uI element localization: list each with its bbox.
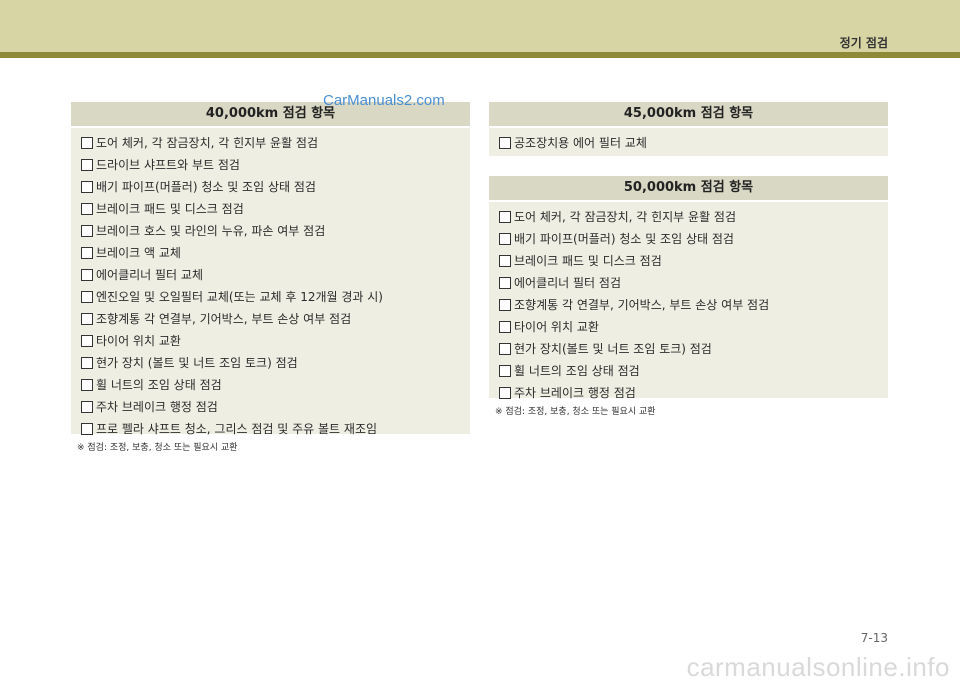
panel-40000km: 40,000km 점검 항목 도어 체커, 각 잠금장치, 각 힌지부 윤활 점… <box>71 102 470 436</box>
list-item: 브레이크 액 교체 <box>81 242 470 264</box>
list-item-label: 현가 장치(볼트 및 너트 조임 토크) 점검 <box>514 342 712 356</box>
list-item-label: 타이어 위치 교환 <box>96 334 181 348</box>
panel-45000km: 45,000km 점검 항목 공조장치용 에어 필터 교체 <box>489 102 888 156</box>
header-band <box>0 0 960 52</box>
checkbox-icon <box>81 203 93 215</box>
checkbox-icon <box>81 313 93 325</box>
list-item: 도어 체커, 각 잠금장치, 각 힌지부 윤활 점검 <box>499 206 888 228</box>
list-item: 브레이크 패드 및 디스크 점검 <box>499 250 888 272</box>
list-item-label: 배기 파이프(머플러) 청소 및 조임 상태 점검 <box>96 180 316 194</box>
list-item-label: 조향계통 각 연결부, 기어박스, 부트 손상 여부 점검 <box>96 312 352 326</box>
checkbox-icon <box>81 357 93 369</box>
list-item: 브레이크 호스 및 라인의 누유, 파손 여부 점검 <box>81 220 470 242</box>
watermark-top: CarManuals2.com <box>323 92 445 109</box>
checkbox-icon <box>81 291 93 303</box>
list-item: 도어 체커, 각 잠금장치, 각 힌지부 윤활 점검 <box>81 132 470 154</box>
list-item: 휠 너트의 조임 상태 점검 <box>81 374 470 396</box>
list-item: 현가 장치 (볼트 및 너트 조임 토크) 점검 <box>81 352 470 374</box>
list-item-label: 프로 펠라 샤프트 청소, 그리스 점검 및 주유 볼트 재조임 <box>96 422 378 436</box>
list-item: 에어클리너 필터 점검 <box>499 272 888 294</box>
list-item: 현가 장치(볼트 및 너트 조임 토크) 점검 <box>499 338 888 360</box>
list-item-label: 휠 너트의 조임 상태 점검 <box>96 378 222 392</box>
list-item-label: 엔진오일 및 오일필터 교체(또는 교체 후 12개월 경과 시) <box>96 290 383 304</box>
list-item-label: 도어 체커, 각 잠금장치, 각 힌지부 윤활 점검 <box>96 136 319 150</box>
list-item: 드라이브 샤프트와 부트 점검 <box>81 154 470 176</box>
checkbox-icon <box>499 343 511 355</box>
list-item-label: 에어클리너 필터 교체 <box>96 268 203 282</box>
list-item: 주차 브레이크 행정 점검 <box>81 396 470 418</box>
list-item-label: 휠 너트의 조임 상태 점검 <box>514 364 640 378</box>
panel-title-50000km: 50,000km 점검 항목 <box>489 176 888 202</box>
section-title: 정기 점검 <box>839 36 888 50</box>
list-item-label: 에어클리너 필터 점검 <box>514 276 621 290</box>
list-item: 타이어 위치 교환 <box>81 330 470 352</box>
checkbox-icon <box>81 247 93 259</box>
list-item-label: 공조장치용 에어 필터 교체 <box>514 136 647 150</box>
checkbox-icon <box>81 181 93 193</box>
checkbox-icon <box>499 255 511 267</box>
watermark-bottom: carmanualsonline.info <box>686 652 950 682</box>
checkbox-icon <box>499 277 511 289</box>
list-item-label: 주차 브레이크 행정 점검 <box>96 400 218 414</box>
list-item-label: 도어 체커, 각 잠금장치, 각 힌지부 윤활 점검 <box>514 210 737 224</box>
list-item-label: 현가 장치 (볼트 및 너트 조임 토크) 점검 <box>96 356 298 370</box>
checkbox-icon <box>499 321 511 333</box>
list-item: 주차 브레이크 행정 점검 <box>499 382 888 404</box>
checkbox-icon <box>81 225 93 237</box>
checkbox-icon <box>81 423 93 435</box>
list-item-label: 브레이크 액 교체 <box>96 246 181 260</box>
list-item: 배기 파이프(머플러) 청소 및 조임 상태 점검 <box>499 228 888 250</box>
list-item-label: 브레이크 호스 및 라인의 누유, 파손 여부 점검 <box>96 224 326 238</box>
list-item: 에어클리너 필터 교체 <box>81 264 470 286</box>
list-item: 브레이크 패드 및 디스크 점검 <box>81 198 470 220</box>
list-item: 타이어 위치 교환 <box>499 316 888 338</box>
checkbox-icon <box>499 387 511 399</box>
checkbox-icon <box>499 211 511 223</box>
list-item: 엔진오일 및 오일필터 교체(또는 교체 후 12개월 경과 시) <box>81 286 470 308</box>
checklist-50000km: 도어 체커, 각 잠금장치, 각 힌지부 윤활 점검 배기 파이프(머플러) 청… <box>489 202 888 408</box>
list-item: 조향계통 각 연결부, 기어박스, 부트 손상 여부 점검 <box>81 308 470 330</box>
checkbox-icon <box>81 159 93 171</box>
checkbox-icon <box>499 233 511 245</box>
page-number: 7-13 <box>860 631 888 645</box>
header-rule <box>0 52 960 58</box>
list-item: 휠 너트의 조임 상태 점검 <box>499 360 888 382</box>
checklist-45000km: 공조장치용 에어 필터 교체 <box>489 128 888 158</box>
checkbox-icon <box>81 269 93 281</box>
list-item-label: 브레이크 패드 및 디스크 점검 <box>514 254 662 268</box>
list-item-label: 타이어 위치 교환 <box>514 320 599 334</box>
checkbox-icon <box>499 299 511 311</box>
list-item: 배기 파이프(머플러) 청소 및 조임 상태 점검 <box>81 176 470 198</box>
list-item-label: 주차 브레이크 행정 점검 <box>514 386 636 400</box>
checkbox-icon <box>499 137 511 149</box>
list-item-label: 조향계통 각 연결부, 기어박스, 부트 손상 여부 점검 <box>514 298 770 312</box>
list-item-label: 브레이크 패드 및 디스크 점검 <box>96 202 244 216</box>
checkbox-icon <box>499 365 511 377</box>
list-item: 공조장치용 에어 필터 교체 <box>499 132 888 154</box>
checkbox-icon <box>81 335 93 347</box>
list-item-label: 드라이브 샤프트와 부트 점검 <box>96 158 240 172</box>
checkbox-icon <box>81 379 93 391</box>
list-item: 조향계통 각 연결부, 기어박스, 부트 손상 여부 점검 <box>499 294 888 316</box>
list-item: 프로 펠라 샤프트 청소, 그리스 점검 및 주유 볼트 재조임 <box>81 418 470 440</box>
footnote-40000km: ※ 점검: 조정, 보충, 청소 또는 필요시 교환 <box>77 443 238 453</box>
panel-title-45000km: 45,000km 점검 항목 <box>489 102 888 128</box>
list-item-label: 배기 파이프(머플러) 청소 및 조임 상태 점검 <box>514 232 734 246</box>
checkbox-icon <box>81 137 93 149</box>
checklist-40000km: 도어 체커, 각 잠금장치, 각 힌지부 윤활 점검 드라이브 샤프트와 부트 … <box>71 128 470 444</box>
panel-50000km: 50,000km 점검 항목 도어 체커, 각 잠금장치, 각 힌지부 윤활 점… <box>489 176 888 400</box>
footnote-50000km: ※ 점검: 조정, 보충, 청소 또는 필요시 교환 <box>495 407 656 417</box>
checkbox-icon <box>81 401 93 413</box>
